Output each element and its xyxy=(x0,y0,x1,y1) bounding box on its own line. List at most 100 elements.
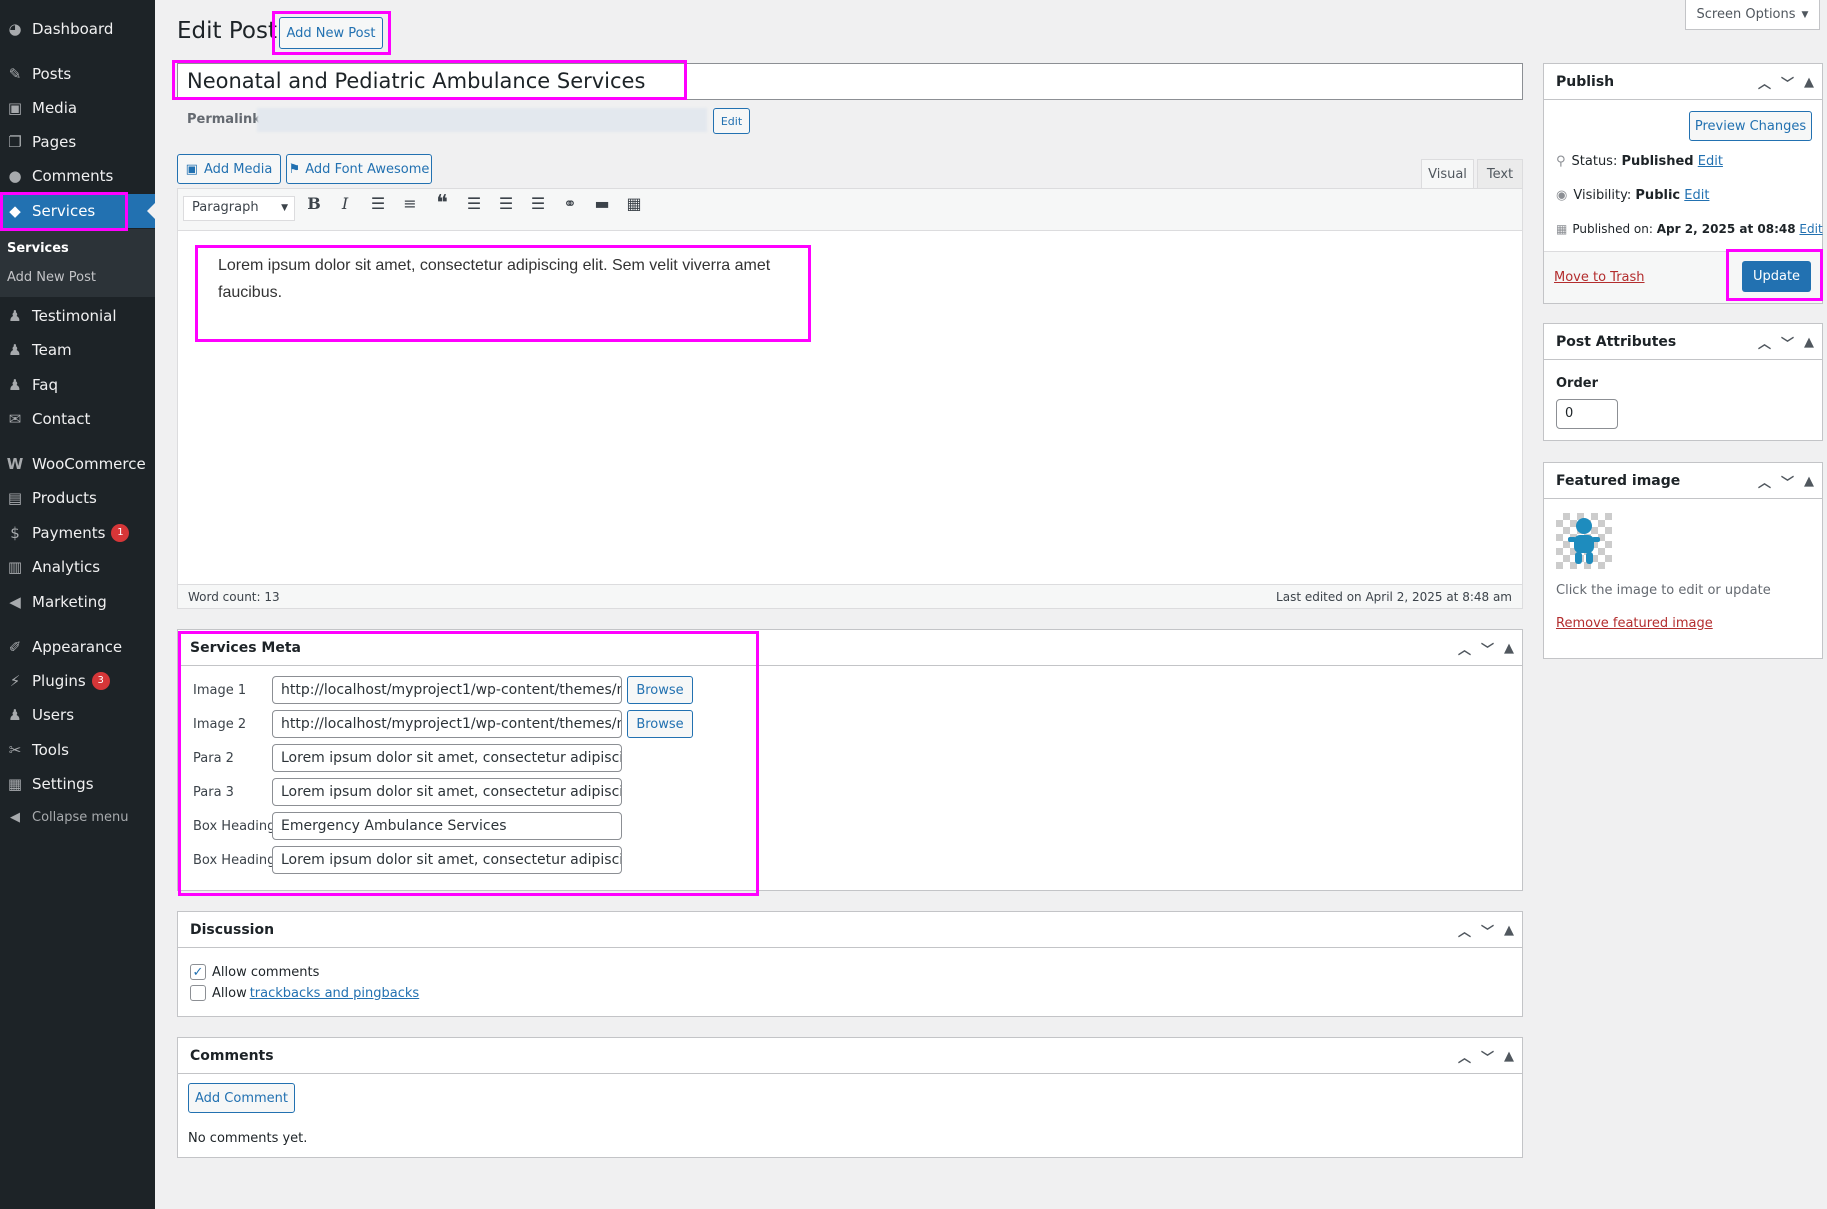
chevron-up-icon[interactable]: ︿ xyxy=(1758,333,1771,352)
visibility-edit-link[interactable]: Edit xyxy=(1684,188,1709,203)
post-attributes-header: Post Attributes ︿ ﹀ ▲ xyxy=(1544,324,1822,360)
screen-options-button[interactable]: Screen Options ▼ xyxy=(1685,0,1820,30)
sidebar-item-label: Contact xyxy=(32,410,91,428)
format-select[interactable]: Paragraph ▼ xyxy=(183,196,295,221)
toggle-icon[interactable]: ▲ xyxy=(1504,1049,1514,1064)
toolbar-toggle-icon[interactable]: ▦ xyxy=(622,191,646,215)
link-icon[interactable]: ⚭ xyxy=(558,191,582,215)
permalink-edit-button[interactable]: Edit xyxy=(713,108,750,134)
chevron-up-icon[interactable]: ︿ xyxy=(1758,73,1771,92)
sidebar-item-label: Faq xyxy=(32,376,58,394)
bold-icon[interactable]: B xyxy=(302,191,326,215)
chevron-up-icon[interactable]: ︿ xyxy=(1458,921,1471,940)
sidebar-item-woocommerce[interactable]: W WooCommerce xyxy=(0,447,155,481)
chevron-down-icon[interactable]: ﹀ xyxy=(1481,921,1494,940)
read-more-icon[interactable]: ▬ xyxy=(590,191,614,215)
user-icon: ♟ xyxy=(8,706,22,724)
toggle-icon[interactable]: ▲ xyxy=(1804,474,1814,489)
toggle-icon[interactable]: ▲ xyxy=(1804,75,1814,90)
update-button[interactable]: Update xyxy=(1742,261,1811,292)
toggle-icon[interactable]: ▲ xyxy=(1504,923,1514,938)
submenu-add-new-post[interactable]: Add New Post xyxy=(0,270,155,285)
box-heading-input[interactable]: Emergency Ambulance Services xyxy=(272,812,622,840)
allow-comments-row: ✓ Allow comments xyxy=(190,964,319,980)
italic-icon[interactable]: I xyxy=(333,191,357,215)
sidebar-item-media[interactable]: ▣ Media xyxy=(0,91,155,125)
add-font-awesome-button[interactable]: ⚑ Add Font Awesome xyxy=(286,154,432,184)
chevron-down-icon[interactable]: ﹀ xyxy=(1781,472,1794,491)
add-new-post-button[interactable]: Add New Post xyxy=(279,17,383,49)
move-to-trash-link[interactable]: Move to Trash xyxy=(1554,270,1645,285)
services-meta-title: Services Meta xyxy=(190,639,301,656)
sidebar-item-faq[interactable]: ♟ Faq xyxy=(0,368,155,402)
add-media-button[interactable]: ▣ Add Media xyxy=(177,154,281,184)
status-edit-link[interactable]: Edit xyxy=(1698,154,1723,169)
order-input[interactable]: 0 xyxy=(1556,399,1618,429)
featured-image-thumbnail[interactable] xyxy=(1556,513,1612,569)
published-edit-link[interactable]: Edit xyxy=(1799,222,1822,236)
toggle-icon[interactable]: ▲ xyxy=(1804,335,1814,350)
sidebar-item-analytics[interactable]: ▥ Analytics xyxy=(0,550,155,584)
collapse-menu[interactable]: ◀ Collapse menu xyxy=(0,800,155,834)
chart-icon: ▥ xyxy=(7,558,23,576)
sidebar-item-pages[interactable]: ❐ Pages xyxy=(0,125,155,159)
preview-changes-button[interactable]: Preview Changes xyxy=(1689,111,1812,141)
sidebar-item-plugins[interactable]: ⚡ Plugins 3 xyxy=(0,664,155,698)
comments-icon: ● xyxy=(8,167,22,185)
sidebar-item-comments[interactable]: ● Comments xyxy=(0,159,155,193)
chevron-down-icon[interactable]: ﹀ xyxy=(1481,1047,1494,1066)
toggle-icon[interactable]: ▲ xyxy=(1504,641,1514,656)
visibility-row: ◉ Visibility: Public Edit xyxy=(1556,188,1709,203)
sidebar-item-services[interactable]: ◆ Services xyxy=(0,194,155,228)
dashboard-icon: ◕ xyxy=(8,20,22,38)
no-comments-text: No comments yet. xyxy=(188,1131,308,1146)
allow-comments-checkbox[interactable]: ✓ xyxy=(190,964,206,980)
align-left-icon[interactable]: ☰ xyxy=(462,191,486,215)
sidebar-item-label: WooCommerce xyxy=(32,455,146,473)
sidebar-item-contact[interactable]: ✉ Contact xyxy=(0,402,155,436)
para3-input[interactable]: Lorem ipsum dolor sit amet, consectetur … xyxy=(272,778,622,806)
permalink-url-blurred[interactable] xyxy=(257,108,707,132)
sidebar-item-appearance[interactable]: ✐ Appearance xyxy=(0,630,155,664)
chevron-down-icon[interactable]: ﹀ xyxy=(1781,73,1794,92)
sidebar-item-users[interactable]: ♟ Users xyxy=(0,698,155,732)
box-controls: ︿ ﹀ ▲ xyxy=(1758,463,1814,499)
tab-visual[interactable]: Visual xyxy=(1421,159,1474,189)
add-comment-button[interactable]: Add Comment xyxy=(188,1083,295,1113)
align-center-icon[interactable]: ☰ xyxy=(494,191,518,215)
bullet-list-icon[interactable]: ☰ xyxy=(366,191,390,215)
chevron-down-icon[interactable]: ﹀ xyxy=(1781,333,1794,352)
sidebar-item-team[interactable]: ♟ Team xyxy=(0,333,155,367)
trackbacks-link[interactable]: trackbacks and pingbacks xyxy=(250,986,420,1001)
remove-featured-image-link[interactable]: Remove featured image xyxy=(1556,616,1713,631)
align-right-icon[interactable]: ☰ xyxy=(526,191,550,215)
chevron-up-icon[interactable]: ︿ xyxy=(1458,1047,1471,1066)
blockquote-icon[interactable]: ❝ xyxy=(430,191,454,216)
sidebar-item-testimonial[interactable]: ♟ Testimonial xyxy=(0,299,155,333)
sidebar-item-marketing[interactable]: ◀ Marketing xyxy=(0,585,155,619)
sidebar-item-payments[interactable]: $ Payments 1 xyxy=(0,516,155,550)
image1-input[interactable]: http://localhost/myproject1/wp-content/t… xyxy=(272,676,622,704)
sidebar-item-products[interactable]: ▤ Products xyxy=(0,481,155,515)
para2-input[interactable]: Lorem ipsum dolor sit amet, consectetur … xyxy=(272,744,622,772)
numbered-list-icon[interactable]: ≡ xyxy=(398,191,422,215)
image2-input[interactable]: http://localhost/myproject1/wp-content/t… xyxy=(272,710,622,738)
sidebar-item-tools[interactable]: ✂ Tools xyxy=(0,733,155,767)
box-heading-2-input[interactable]: Lorem ipsum dolor sit amet, consectetur … xyxy=(272,846,622,874)
submenu-services[interactable]: Services xyxy=(0,241,155,256)
allow-trackbacks-checkbox[interactable] xyxy=(190,985,206,1001)
editor-content[interactable]: Lorem ipsum dolor sit amet, consectetur … xyxy=(218,252,778,306)
sidebar-item-dashboard[interactable]: ◕ Dashboard xyxy=(0,12,155,46)
sidebar-item-settings[interactable]: ▦ Settings xyxy=(0,767,155,801)
comments-box: Comments ︿ ﹀ ▲ xyxy=(177,1037,1523,1158)
sidebar-item-label: Team xyxy=(32,341,72,359)
baby-icon xyxy=(1568,518,1600,564)
image1-browse-button[interactable]: Browse xyxy=(627,676,693,704)
chevron-up-icon[interactable]: ︿ xyxy=(1458,639,1471,658)
chevron-up-icon[interactable]: ︿ xyxy=(1758,472,1771,491)
tab-text[interactable]: Text xyxy=(1477,159,1523,189)
post-title-input[interactable]: Neonatal and Pediatric Ambulance Service… xyxy=(177,63,1523,100)
image2-browse-button[interactable]: Browse xyxy=(627,710,693,738)
sidebar-item-posts[interactable]: ✎ Posts xyxy=(0,57,155,91)
chevron-down-icon[interactable]: ﹀ xyxy=(1481,639,1494,658)
